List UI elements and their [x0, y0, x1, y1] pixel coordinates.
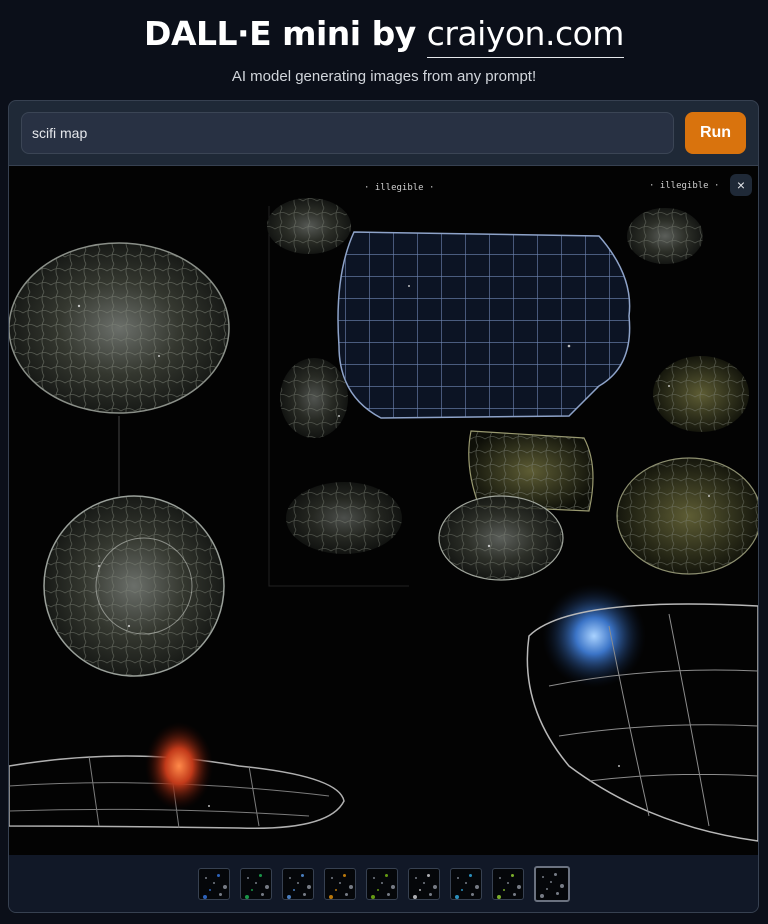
- thumbnail-sparkle: [344, 893, 348, 896]
- thumbnail-sparkle: [502, 889, 505, 891]
- thumbnail-sparkle: [216, 874, 220, 877]
- thumbnail-sparkle: [246, 877, 249, 879]
- page-title: DALL·E mini by craiyon.com: [0, 12, 768, 58]
- header: DALL·E mini by craiyon.com AI model gene…: [0, 0, 768, 85]
- thumbnail-sparkle: [204, 877, 207, 879]
- thumbnail[interactable]: [533, 866, 570, 902]
- image-caption-left: · illegible ·: [364, 183, 434, 193]
- thumbnail[interactable]: [281, 868, 314, 900]
- title-prefix: DALL·E mini by: [144, 14, 427, 53]
- thumbnail-sparkle: [559, 884, 564, 888]
- thumbnail-sparkle: [426, 874, 430, 877]
- thumbnail[interactable]: [407, 868, 440, 900]
- thumbnail-sparkle: [218, 893, 222, 896]
- thumbnail-sparkle: [222, 885, 227, 889]
- thumbnail-sparkle: [338, 882, 341, 884]
- thumbnail-sparkle: [390, 885, 395, 889]
- generated-image[interactable]: · illegible · · illegible · ×: [9, 165, 758, 855]
- page-subtitle: AI model generating images from any prom…: [231, 68, 537, 85]
- close-image-button[interactable]: ×: [730, 174, 752, 196]
- thumbnail-sparkle: [464, 882, 467, 884]
- thumbnail-sparkle: [510, 874, 514, 877]
- close-icon: ×: [736, 177, 746, 193]
- thumbnail-sparkle: [306, 885, 311, 889]
- thumbnail-sparkle: [254, 882, 257, 884]
- thumbnail-sparkle: [380, 882, 383, 884]
- thumbnail-sparkle: [432, 885, 437, 889]
- thumbnail-sparkle: [498, 877, 501, 879]
- page: DALL·E mini by craiyon.com AI model gene…: [0, 0, 768, 924]
- thumbnail-sparkle: [342, 874, 346, 877]
- image-caption-right: · illegible ·: [649, 181, 719, 191]
- thumbnail-sparkle: [549, 881, 552, 883]
- thumbnail-sparkle: [302, 893, 306, 896]
- thumbnail-sparkle: [555, 892, 559, 895]
- thumbnail-sparkle: [470, 893, 474, 896]
- thumbnail-sparkle: [456, 877, 459, 879]
- thumbnail-sparkle: [258, 874, 262, 877]
- generator-panel: Run: [8, 100, 759, 913]
- craiyon-link[interactable]: craiyon.com: [426, 14, 624, 58]
- thumbnail-sparkle: [539, 894, 544, 898]
- thumbnail-sparkle: [288, 877, 291, 879]
- thumbnail-sparkle: [468, 874, 472, 877]
- thumbnail-sparkle: [414, 877, 417, 879]
- thumbnail[interactable]: [197, 868, 230, 900]
- thumbnail-strip: [9, 855, 758, 912]
- thumbnail-sparkle: [372, 877, 375, 879]
- prompt-row: Run: [21, 112, 746, 154]
- thumbnail-sparkle: [202, 895, 207, 899]
- thumbnail-sparkle: [330, 877, 333, 879]
- thumbnail-sparkle: [376, 889, 379, 891]
- thumbnail[interactable]: [239, 868, 272, 900]
- thumbnail-sparkle: [454, 895, 459, 899]
- thumbnail-sparkle: [553, 873, 557, 876]
- thumbnail-sparkle: [348, 885, 353, 889]
- thumbnail-sparkle: [296, 882, 299, 884]
- thumbnail-sparkle: [418, 889, 421, 891]
- thumbnail-sparkle: [474, 885, 479, 889]
- thumbnail-sparkle: [384, 874, 388, 877]
- thumbnail-sparkle: [370, 895, 375, 899]
- thumbnail-sparkle: [292, 889, 295, 891]
- thumbnail-sparkle: [512, 893, 516, 896]
- thumbnail-sparkle: [460, 889, 463, 891]
- thumbnail-sparkle: [412, 895, 417, 899]
- thumbnail-sparkle: [264, 885, 269, 889]
- thumbnail-sparkle: [541, 876, 544, 878]
- thumbnail-sparkle: [208, 889, 211, 891]
- generated-image-artwork: · illegible · · illegible ·: [9, 166, 758, 855]
- thumbnail[interactable]: [323, 868, 356, 900]
- thumbnail-sparkle: [244, 895, 249, 899]
- prompt-input[interactable]: [21, 112, 674, 154]
- thumbnail[interactable]: [449, 868, 482, 900]
- thumbnail-sparkle: [545, 888, 548, 890]
- run-button[interactable]: Run: [685, 112, 746, 154]
- thumbnail[interactable]: [491, 868, 524, 900]
- thumbnail-sparkle: [212, 882, 215, 884]
- thumbnail-sparkle: [328, 895, 333, 899]
- thumbnail-sparkle: [300, 874, 304, 877]
- thumbnail[interactable]: [365, 868, 398, 900]
- thumbnail-sparkle: [496, 895, 501, 899]
- thumbnail-sparkle: [428, 893, 432, 896]
- thumbnail-sparkle: [386, 893, 390, 896]
- thumbnail-sparkle: [516, 885, 521, 889]
- thumbnail-sparkle: [422, 882, 425, 884]
- thumbnail-sparkle: [334, 889, 337, 891]
- thumbnail-sparkle: [286, 895, 291, 899]
- thumbnail-sparkle: [250, 889, 253, 891]
- thumbnail-sparkle: [260, 893, 264, 896]
- thumbnail-sparkle: [506, 882, 509, 884]
